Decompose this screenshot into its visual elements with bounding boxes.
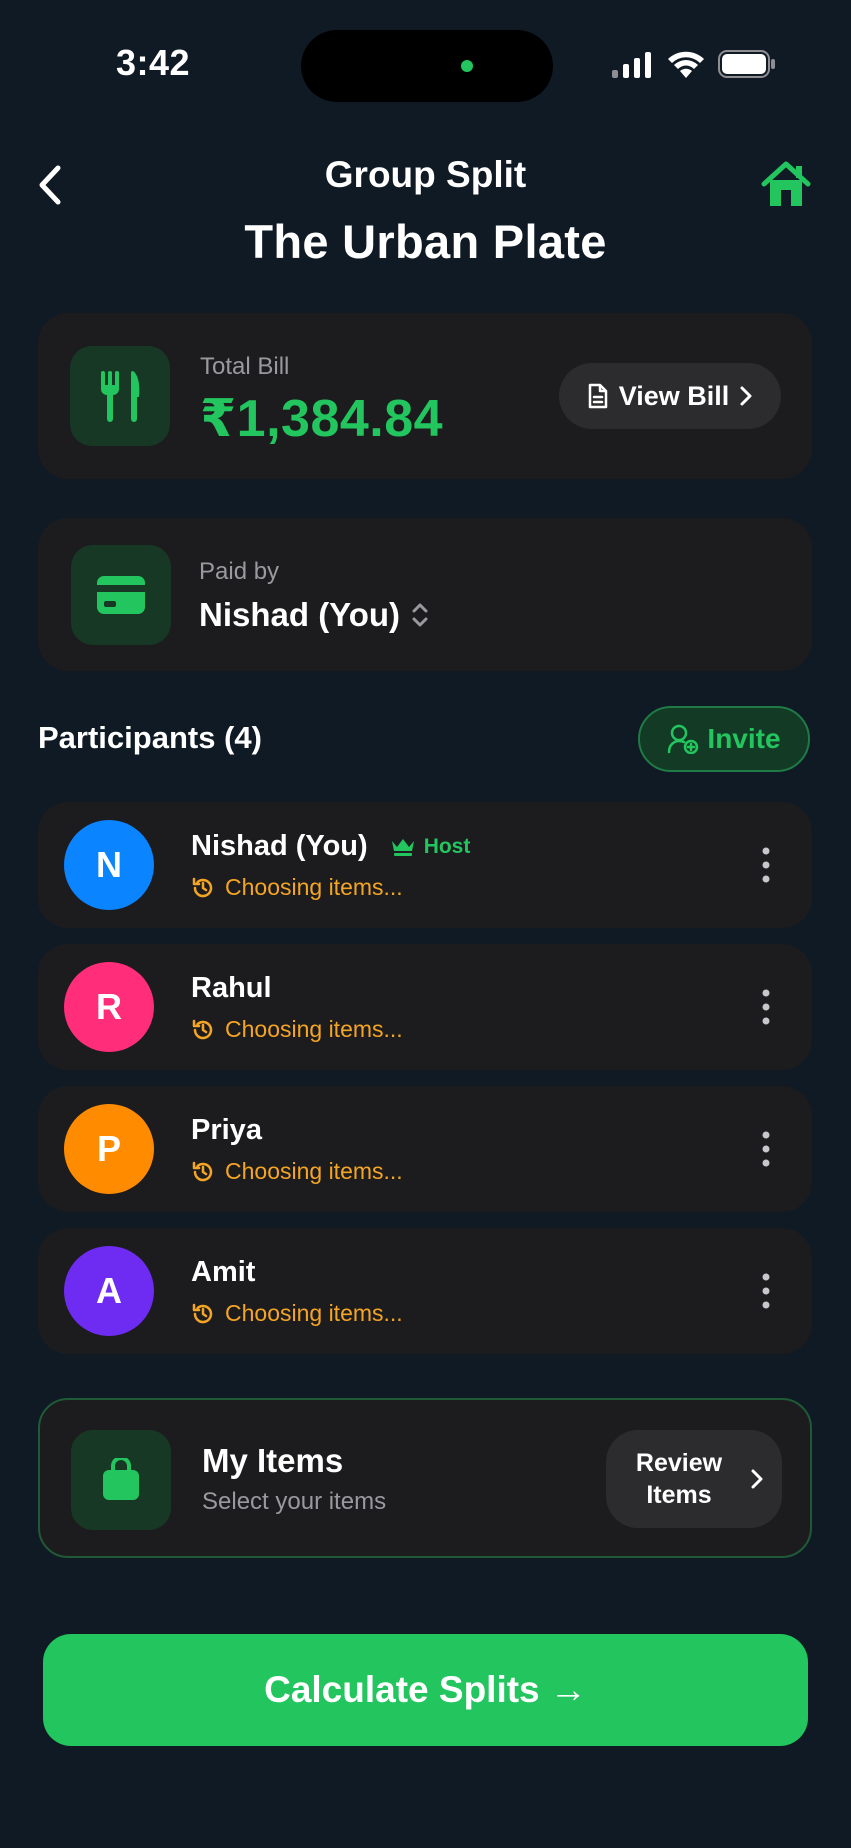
camera-indicator-dot (461, 60, 473, 72)
cellular-signal-icon (612, 52, 651, 78)
total-bill-amount: ₹1,384.84 (200, 390, 444, 448)
payer-selector[interactable]: Nishad (You) (199, 596, 430, 634)
paid-by-card[interactable]: Paid by Nishad (You) (38, 518, 812, 671)
my-items-subtitle: Select your items (202, 1488, 387, 1515)
dynamic-island (301, 30, 553, 102)
status-time: 3:42 (116, 42, 191, 83)
history-icon (192, 1019, 213, 1039)
total-bill-card: Total Bill ₹1,384.84 View Bill (38, 313, 812, 479)
host-badge: Host (390, 834, 471, 859)
payer-name: Nishad (You) (199, 596, 401, 633)
participants-heading: Participants (4) (38, 720, 262, 755)
restaurant-icon-box (70, 346, 170, 446)
history-icon (192, 1303, 213, 1323)
participant-name: Amit (191, 1256, 256, 1288)
participant-status: Choosing items... (191, 1158, 403, 1185)
participant-row[interactable]: P Priya Choosing items... (38, 1086, 812, 1212)
participant-name: Priya (191, 1114, 262, 1146)
restaurant-title: The Urban Plate (244, 215, 607, 268)
bag-icon (103, 1458, 139, 1500)
participant-name: Rahul (191, 972, 272, 1004)
participant-status-text: Choosing items... (225, 1300, 403, 1326)
my-items-title: My Items (202, 1442, 344, 1479)
calculate-splits-label: Calculate Splits → (264, 1669, 587, 1710)
more-icon[interactable] (762, 846, 770, 884)
wifi-icon (668, 51, 704, 78)
calculate-splits-button[interactable]: Calculate Splits → (43, 1634, 808, 1746)
participant-status: Choosing items... (191, 874, 403, 901)
participant-status: Choosing items... (191, 1016, 403, 1043)
host-label: Host (423, 834, 471, 858)
view-bill-button[interactable]: View Bill (559, 363, 781, 429)
avatar: P (64, 1104, 154, 1194)
participant-row[interactable]: N Nishad (You) Host Choosing items... (38, 802, 812, 928)
more-icon[interactable] (762, 988, 770, 1026)
participant-status-text: Choosing items... (225, 1016, 403, 1042)
sort-icon (412, 603, 428, 627)
participant-row[interactable]: R Rahul Choosing items... (38, 944, 812, 1070)
document-icon (588, 383, 607, 409)
invite-button[interactable]: Invite (638, 706, 810, 772)
participant-row[interactable]: A Amit Choosing items... (38, 1228, 812, 1354)
avatar: N (64, 820, 154, 910)
history-icon (192, 1161, 213, 1181)
review-items-button[interactable]: Review Items (606, 1430, 782, 1528)
participant-name: Nishad (You) (191, 830, 368, 862)
chevron-right-icon (740, 386, 752, 406)
view-bill-label: View Bill (618, 380, 730, 411)
chevron-right-icon (751, 1469, 763, 1489)
user-plus-icon (668, 724, 699, 754)
header-subtitle: Group Split (324, 154, 527, 195)
total-bill-label: Total Bill (200, 353, 290, 380)
more-icon[interactable] (762, 1272, 770, 1310)
my-items-card[interactable]: My Items Select your items Review Items (38, 1398, 812, 1558)
card-icon (97, 576, 145, 614)
participant-status: Choosing items... (191, 1300, 403, 1327)
history-icon (192, 877, 213, 897)
payment-icon-box (71, 545, 171, 645)
home-icon[interactable] (760, 160, 812, 210)
participant-status-text: Choosing items... (225, 874, 403, 900)
avatar: A (64, 1246, 154, 1336)
items-icon-box (71, 1430, 171, 1530)
avatar: R (64, 962, 154, 1052)
invite-label: Invite (707, 723, 781, 754)
battery-icon (718, 50, 775, 78)
cutlery-icon (101, 371, 140, 422)
review-items-label: Review Items (635, 1449, 723, 1509)
participant-status-text: Choosing items... (225, 1158, 403, 1184)
crown-icon (391, 838, 414, 856)
more-icon[interactable] (762, 1130, 770, 1168)
paid-by-label: Paid by (199, 558, 280, 585)
